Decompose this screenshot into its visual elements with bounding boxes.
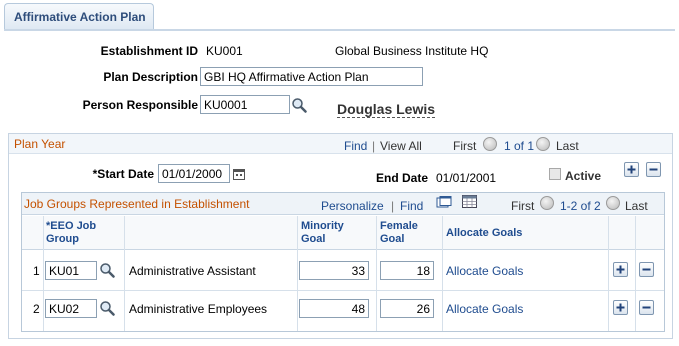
job-groups-separator: |: [391, 199, 395, 213]
delete-row-button[interactable]: [639, 300, 654, 315]
grid-divider: [297, 216, 298, 331]
job-groups-last-label: Last: [625, 199, 648, 213]
eeo-job-group-input[interactable]: [45, 261, 97, 280]
plus-icon: [627, 165, 636, 174]
minority-goal-input[interactable]: [299, 299, 369, 318]
plan-year-first-label: First: [453, 139, 477, 153]
plan-year-separator: |: [372, 139, 376, 153]
establishment-id-value: KU001: [206, 44, 243, 58]
female-goal-input[interactable]: [380, 299, 434, 318]
grid-divider: [376, 216, 377, 331]
minus-icon: [642, 268, 651, 271]
start-date-label: *Start Date: [92, 167, 154, 181]
job-groups-title: Job Groups Represented in Establishment: [24, 197, 250, 211]
add-plan-year-button[interactable]: [624, 162, 639, 177]
allocate-goals-link[interactable]: Allocate Goals: [446, 264, 523, 278]
end-date-value: 01/01/2001: [436, 171, 497, 185]
calendar-icon[interactable]: [233, 168, 245, 180]
grid-divider: [608, 216, 609, 331]
minus-icon: [642, 306, 651, 309]
grid-divider: [442, 216, 443, 331]
download-spreadsheet-icon[interactable]: [462, 195, 478, 209]
person-name: Douglas Lewis: [337, 101, 436, 118]
column-eeo-job-group[interactable]: *EEO Job Group: [46, 220, 96, 246]
plan-year-view-all-link[interactable]: View All: [380, 139, 422, 153]
plan-description-input[interactable]: [200, 67, 423, 86]
grid-row-divider: [22, 290, 664, 291]
previous-arrow-icon[interactable]: [483, 137, 497, 151]
add-row-button[interactable]: [613, 262, 628, 277]
delete-row-button[interactable]: [639, 262, 654, 277]
column-minority-goal[interactable]: Minority Goal: [301, 220, 344, 246]
tab-affirmative-action-plan[interactable]: Affirmative Action Plan: [4, 3, 154, 29]
delete-plan-year-button[interactable]: [646, 162, 661, 177]
establishment-id-label: Establishment ID: [100, 44, 198, 58]
eeo-job-group-input[interactable]: [45, 299, 97, 318]
minority-goal-input[interactable]: [299, 261, 369, 280]
plus-icon: [616, 265, 625, 274]
establishment-name: Global Business Institute HQ: [335, 44, 489, 58]
job-groups-first-label: First: [511, 199, 535, 213]
person-responsible-input[interactable]: [200, 95, 290, 114]
plan-year-range: 1 of 1: [504, 139, 535, 153]
add-row-button[interactable]: [613, 300, 628, 315]
minus-icon: [649, 168, 658, 171]
view-all-window-icon[interactable]: [436, 196, 452, 210]
plan-year-last-label: Last: [556, 139, 579, 153]
lookup-icon[interactable]: [99, 300, 115, 316]
active-checkbox[interactable]: [549, 168, 561, 180]
end-date-label: End Date: [375, 171, 428, 185]
lookup-icon[interactable]: [291, 97, 307, 113]
job-groups-next-arrow-icon[interactable]: [606, 196, 620, 210]
plan-description-label: Plan Description: [103, 70, 198, 84]
row-number: 1: [33, 264, 40, 278]
job-group-description: Administrative Employees: [129, 302, 268, 316]
job-groups-find-link[interactable]: Find: [400, 199, 423, 213]
personalize-link[interactable]: Personalize: [321, 199, 384, 213]
tab-underline: [4, 29, 675, 31]
column-female-goal[interactable]: Female Goal: [380, 220, 418, 246]
start-date-input[interactable]: [158, 164, 230, 183]
lookup-icon[interactable]: [99, 262, 115, 278]
plus-icon: [616, 303, 625, 312]
plan-year-find-link[interactable]: Find: [344, 139, 367, 153]
job-group-description: Administrative Assistant: [129, 264, 256, 278]
grid-divider: [635, 216, 636, 331]
plan-year-title: Plan Year: [14, 137, 66, 151]
active-label: Active: [565, 169, 602, 183]
grid-divider: [124, 216, 125, 331]
job-groups-previous-arrow-icon[interactable]: [540, 196, 554, 210]
next-arrow-icon[interactable]: [536, 137, 550, 151]
row-number: 2: [33, 302, 40, 316]
female-goal-input[interactable]: [380, 261, 434, 280]
allocate-goals-link[interactable]: Allocate Goals: [446, 302, 523, 316]
column-allocate-goals[interactable]: Allocate Goals: [446, 227, 522, 240]
grid-divider: [43, 216, 44, 331]
person-responsible-label: Person Responsible: [82, 98, 198, 112]
job-groups-range: 1-2 of 2: [560, 199, 601, 213]
